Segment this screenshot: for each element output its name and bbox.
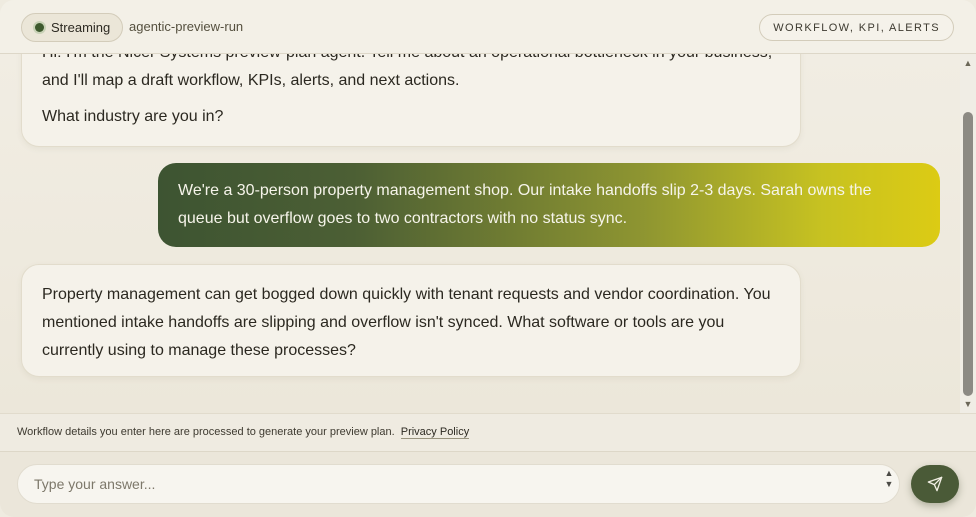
answer-input[interactable] (34, 465, 874, 503)
privacy-note-text: Workflow details you enter here are proc… (17, 426, 395, 438)
message-paragraph: Hi! I'm the Nicer Systems preview-plan a… (42, 54, 772, 89)
user-message: We're a 30-person property management sh… (158, 163, 940, 247)
status-label: Streaming (51, 20, 111, 35)
message-paragraph: What industry are you in? (42, 108, 224, 125)
send-button[interactable] (911, 465, 959, 503)
assistant-message: Hi! I'm the Nicer Systems preview-plan a… (21, 54, 801, 147)
scroll-thumb[interactable] (963, 112, 973, 396)
chat-window: Streaming agentic-preview-run WORKFLOW, … (0, 0, 976, 517)
chat-header: Streaming agentic-preview-run WORKFLOW, … (0, 0, 976, 54)
composer: ▲▼ (0, 451, 976, 517)
assistant-message: Property management can get bogged down … (21, 264, 801, 377)
message-list[interactable]: Hi! I'm the Nicer Systems preview-plan a… (0, 54, 960, 413)
streaming-status-badge: Streaming (21, 13, 124, 42)
scroll-down-arrow-icon[interactable]: ▼ (963, 399, 973, 409)
chat-scrollbar[interactable]: ▲ ▼ (960, 54, 976, 413)
answer-field-container: ▲▼ (17, 464, 900, 504)
topics-badge: WORKFLOW, KPI, ALERTS (759, 14, 954, 41)
run-name: agentic-preview-run (129, 19, 244, 34)
privacy-policy-link[interactable]: Privacy Policy (400, 426, 470, 439)
answer-resize-stepper[interactable]: ▲ ▼ (883, 468, 895, 502)
paper-plane-icon (927, 476, 943, 492)
privacy-note: Workflow details you enter here are proc… (0, 413, 976, 451)
status-dot-icon (35, 23, 44, 32)
scroll-up-arrow-icon[interactable]: ▲ (963, 58, 973, 68)
